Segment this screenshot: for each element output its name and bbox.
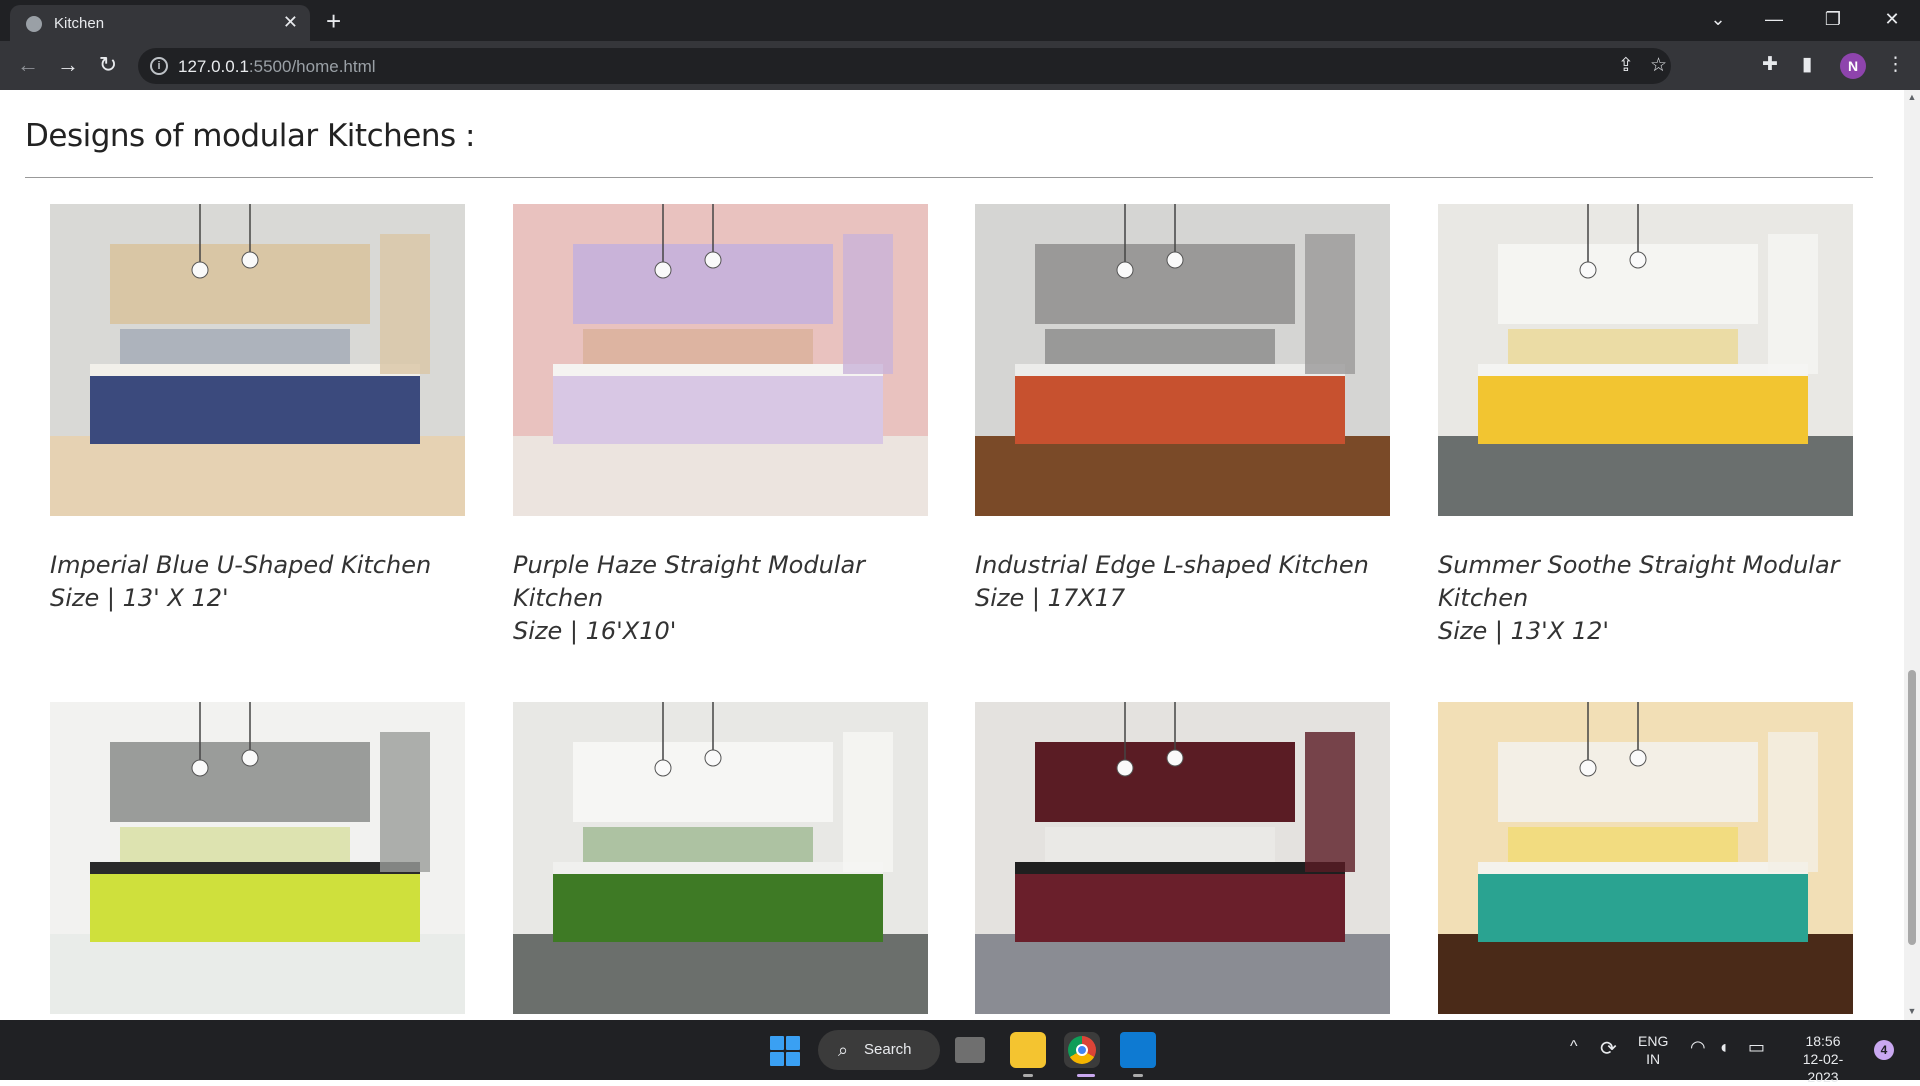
windows-start-icon[interactable]	[770, 1036, 800, 1066]
kitchen-size: Size | 17X17	[975, 584, 1126, 612]
restore-button[interactable]: ❐	[1813, 6, 1853, 32]
browser-tab-strip: Kitchen ✕ + ⌄ — ❐ ✕	[0, 0, 1920, 41]
site-info-icon[interactable]: i	[150, 57, 168, 75]
running-indicator	[1023, 1074, 1033, 1077]
scroll-thumb[interactable]	[1908, 670, 1916, 945]
kitchen-photo	[513, 702, 928, 1014]
language-indicator[interactable]: ENG IN	[1638, 1032, 1668, 1068]
forward-icon[interactable]: →	[54, 52, 82, 78]
vertical-scrollbar[interactable]: ▲ ▼	[1904, 90, 1920, 1020]
url-text: 127.0.0.1:5500/home.html	[178, 57, 376, 76]
active-indicator	[1077, 1074, 1095, 1077]
battery-icon[interactable]: ▭	[1748, 1037, 1765, 1058]
volume-icon[interactable]: ◖	[1718, 1037, 1729, 1058]
tab-kitchen[interactable]: Kitchen ✕	[10, 5, 310, 41]
kitchen-title: Imperial Blue U-Shaped Kitchen	[50, 551, 432, 579]
notification-badge[interactable]: 4	[1874, 1040, 1894, 1060]
chrome-center-icon	[1076, 1044, 1088, 1056]
kitchen-title: Industrial Edge L-shaped Kitchen	[975, 551, 1369, 579]
taskbar-search-button[interactable]: ⌕ Search	[818, 1030, 940, 1070]
kitchen-photo	[1438, 204, 1853, 516]
sync-icon[interactable]: ⟳	[1600, 1036, 1617, 1061]
kitchen-title: Purple Haze Straight Modular Kitchen	[513, 551, 866, 612]
page-title: Designs of modular Kitchens :	[25, 118, 475, 154]
clock-date: 12-02-2023	[1802, 1051, 1844, 1085]
back-icon[interactable]: ←	[14, 52, 42, 78]
kitchen-size: Size | 13' X 12'	[50, 584, 229, 612]
profile-avatar[interactable]: N	[1840, 53, 1866, 79]
scroll-down-icon[interactable]: ▼	[1907, 1006, 1917, 1016]
kitchen-photo	[1438, 702, 1853, 1014]
vscode-icon[interactable]	[1120, 1032, 1156, 1068]
kitchen-photo	[975, 204, 1390, 516]
minimize-button[interactable]: —	[1754, 6, 1794, 32]
search-icon: ⌕	[838, 1040, 849, 1060]
language-code: ENG	[1638, 1033, 1669, 1049]
tab-search-icon[interactable]: ⌄	[1698, 6, 1738, 32]
reload-icon[interactable]: ↻	[94, 52, 122, 78]
chrome-app-button[interactable]	[1064, 1032, 1100, 1068]
region-code: IN	[1646, 1051, 1661, 1067]
kitchen-caption: Industrial Edge L-shaped Kitchen Size | 1…	[975, 549, 1390, 615]
running-indicator	[1133, 1074, 1143, 1077]
share-icon[interactable]: ⇪	[1618, 55, 1634, 77]
menu-kebab-icon[interactable]: ⋮	[1886, 53, 1905, 77]
kitchen-title: Summer Soothe Straight Modular Kitchen	[1438, 551, 1840, 612]
kitchen-size: Size | 16'X10'	[513, 617, 677, 645]
kitchen-size: Size | 13'X 12'	[1438, 617, 1609, 645]
bookmark-star-icon[interactable]: ☆	[1650, 55, 1667, 77]
close-window-button[interactable]: ✕	[1872, 6, 1912, 32]
globe-icon	[26, 16, 42, 32]
side-panel-icon[interactable]: ▮	[1802, 53, 1812, 77]
address-bar[interactable]: i 127.0.0.1:5500/home.html ⇪ ☆	[138, 48, 1671, 84]
file-explorer-icon[interactable]	[1010, 1032, 1046, 1068]
heading-divider	[25, 177, 1873, 178]
kitchen-photo	[975, 702, 1390, 1014]
chevron-up-icon[interactable]: ^	[1570, 1038, 1578, 1056]
close-tab-icon[interactable]: ✕	[283, 12, 298, 32]
kitchen-photo	[50, 204, 465, 516]
kitchen-caption: Imperial Blue U-Shaped Kitchen Size | 13'…	[50, 549, 465, 615]
extensions-icon[interactable]: ✚	[1762, 53, 1778, 77]
scroll-up-icon[interactable]: ▲	[1907, 92, 1917, 102]
kitchen-caption: Summer Soothe Straight Modular Kitchen Si…	[1438, 549, 1853, 648]
clock[interactable]: 18:56 12-02-2023	[1788, 1032, 1858, 1086]
page-content: Designs of modular Kitchens : Imperial B…	[0, 90, 1904, 1020]
wifi-icon[interactable]: ◠	[1690, 1037, 1706, 1058]
browser-toolbar: ← → ↻ i 127.0.0.1:5500/home.html ⇪ ☆ ✚ ▮…	[0, 41, 1920, 90]
task-view-icon[interactable]	[955, 1037, 985, 1063]
windows-taskbar: ⌕ Search ^ ⟳ ENG IN ◠ ◖ ▭ 18:56 12-02-20…	[0, 1020, 1920, 1085]
kitchen-photo	[50, 702, 465, 1014]
tab-title: Kitchen	[54, 15, 105, 32]
clock-time: 18:56	[1805, 1033, 1841, 1049]
kitchen-photo	[513, 204, 928, 516]
kitchen-caption: Purple Haze Straight Modular Kitchen Size…	[513, 549, 928, 648]
taskbar-search-label: Search	[864, 1041, 912, 1058]
new-tab-button[interactable]: +	[326, 6, 341, 36]
